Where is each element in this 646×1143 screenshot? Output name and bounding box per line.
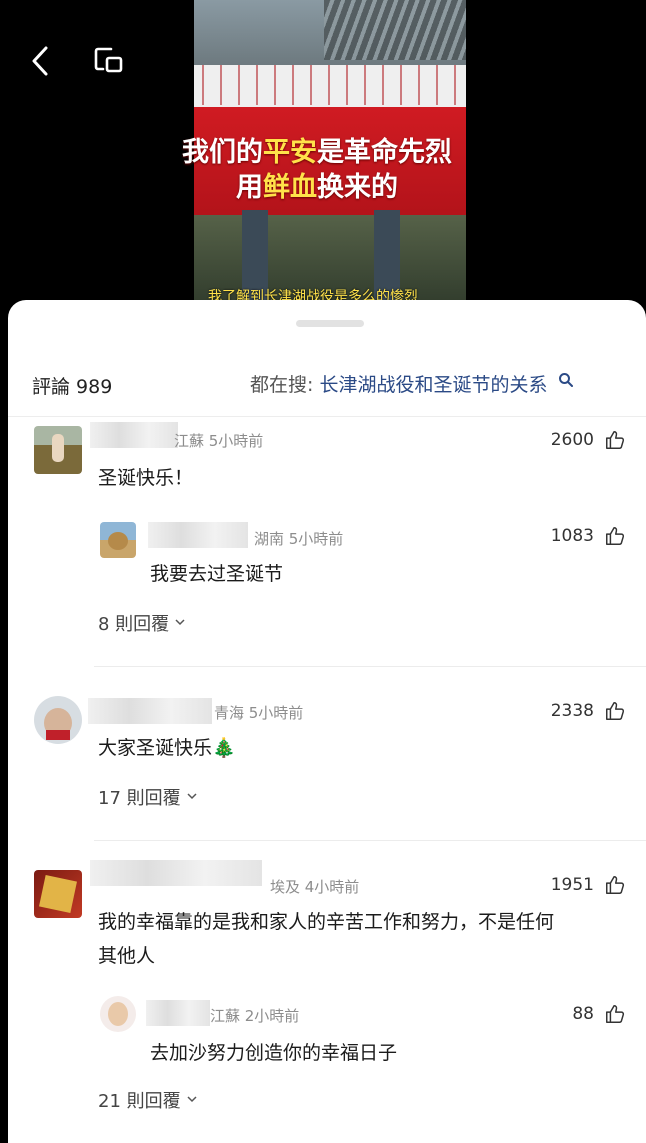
trending-search-prefix: 都在搜: xyxy=(250,374,314,396)
chevron-down-icon xyxy=(187,793,197,800)
thumbs-up-icon[interactable] xyxy=(604,429,626,451)
divider xyxy=(8,416,646,417)
avatar[interactable] xyxy=(34,870,82,918)
reply-meta: 江蘇 2小時前 xyxy=(210,1007,300,1025)
avatar[interactable] xyxy=(34,426,82,474)
chevron-down-icon xyxy=(175,619,185,626)
username-redacted[interactable] xyxy=(88,698,212,724)
reply-meta: 湖南 5小時前 xyxy=(254,530,344,548)
username-redacted[interactable] xyxy=(148,522,248,548)
view-replies-button[interactable]: 17 則回覆 xyxy=(98,784,197,810)
view-replies-button[interactable]: 21 則回覆 xyxy=(98,1087,197,1113)
back-arrow-icon xyxy=(32,46,48,76)
username-redacted[interactable] xyxy=(146,1000,210,1026)
avatar[interactable] xyxy=(100,522,136,558)
reply-text: 我要去过圣诞节 xyxy=(150,563,284,585)
thumbs-up-icon[interactable] xyxy=(604,700,626,722)
comment-meta: 埃及 4小時前 xyxy=(270,878,360,896)
comment-meta: 青海 5小時前 xyxy=(214,704,304,722)
divider xyxy=(94,666,646,667)
window-icon xyxy=(94,47,123,73)
video-caption-line1: 我们的平安是革命先烈 xyxy=(182,137,452,168)
comments-panel[interactable]: 評論 989 都在搜: 长津湖战役和圣诞节的关系 江蘇 5小時前 2600 圣诞… xyxy=(8,300,646,1143)
comment-text: 大家圣诞快乐🎄 xyxy=(98,737,236,759)
chevron-down-icon xyxy=(187,1096,197,1103)
screen: 我们的平安是革命先烈 用鲜血换来的 我了解到长津湖战役是多么的惨烈 評論 989… xyxy=(0,0,646,1143)
view-replies-button[interactable]: 8 則回覆 xyxy=(98,610,185,636)
thumbs-up-icon[interactable] xyxy=(604,874,626,896)
trending-search[interactable]: 都在搜: 长津湖战役和圣诞节的关系 xyxy=(250,370,574,397)
trending-search-link[interactable]: 长津湖战役和圣诞节的关系 xyxy=(319,374,547,396)
comment-text-line2: 其他人 xyxy=(98,945,156,967)
comment-text: 圣诞快乐！ xyxy=(98,467,194,489)
comment-count: 評論 989 xyxy=(32,376,113,398)
video-caption-line2: 用鲜血换来的 xyxy=(236,172,398,203)
like-count: 2600 xyxy=(550,430,594,450)
avatar[interactable] xyxy=(100,996,136,1032)
divider xyxy=(94,840,646,841)
thumbs-up-icon[interactable] xyxy=(604,1003,626,1025)
search-icon xyxy=(558,373,573,387)
back-button[interactable] xyxy=(28,44,56,78)
username-redacted[interactable] xyxy=(90,860,262,886)
avatar[interactable] xyxy=(34,696,82,744)
thumbs-up-icon[interactable] xyxy=(604,525,626,547)
like-count: 88 xyxy=(572,1004,594,1024)
floating-window-button[interactable] xyxy=(92,44,124,76)
username-redacted[interactable] xyxy=(90,422,178,448)
comment-meta: 江蘇 5小時前 xyxy=(174,432,264,450)
drag-handle[interactable] xyxy=(296,320,364,327)
like-count: 1083 xyxy=(550,526,594,546)
like-count: 2338 xyxy=(550,701,594,721)
reply-text: 去加沙努力创造你的幸福日子 xyxy=(150,1042,398,1064)
like-count: 1951 xyxy=(550,875,594,895)
video-bridge xyxy=(324,0,466,60)
comment-text-line1: 我的幸福靠的是我和家人的辛苦工作和努力，不是任何 xyxy=(98,911,555,933)
